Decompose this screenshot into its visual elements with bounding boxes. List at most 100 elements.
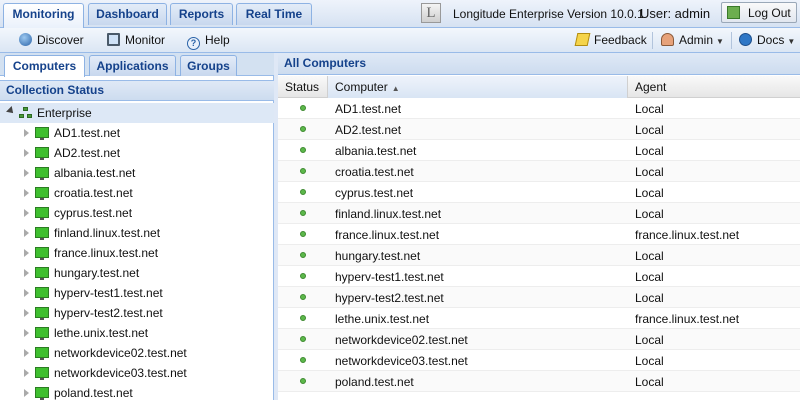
table-row[interactable]: networkdevice03.test.net Local — [278, 350, 800, 371]
cell-agent: Local — [635, 333, 664, 347]
feedback-button[interactable]: Feedback — [574, 33, 647, 47]
tree-node-computer[interactable]: cyprus.test.net — [0, 203, 274, 223]
computer-icon — [35, 127, 49, 140]
expand-triangle-icon[interactable] — [24, 289, 29, 297]
docs-menu[interactable]: Docs ▼ — [739, 33, 795, 47]
tree-node-computer[interactable]: albania.test.net — [0, 163, 274, 183]
table-row[interactable]: finland.linux.test.net Local — [278, 203, 800, 224]
expand-triangle-icon[interactable] — [24, 389, 29, 397]
tree-node-computer[interactable]: AD1.test.net — [0, 123, 274, 143]
tree-node-computer[interactable]: hyperv-test1.test.net — [0, 283, 274, 303]
tree-root-enterprise[interactable]: Enterprise — [0, 103, 274, 123]
tree-node-computer[interactable]: croatia.test.net — [0, 183, 274, 203]
table-row[interactable]: networkdevice02.test.net Local — [278, 329, 800, 350]
tab-reports[interactable]: Reports — [170, 3, 233, 25]
longitude-logo: L — [421, 3, 441, 23]
tab-real-time[interactable]: Real Time — [236, 3, 312, 25]
expand-triangle-icon[interactable] — [24, 149, 29, 157]
status-ok-icon — [300, 210, 306, 216]
table-row[interactable]: hyperv-test2.test.net Local — [278, 287, 800, 308]
expand-triangle-icon[interactable] — [24, 329, 29, 337]
admin-icon — [661, 33, 674, 46]
cell-agent: Local — [635, 102, 664, 116]
column-header-status[interactable]: Status — [278, 76, 328, 98]
expand-triangle-icon[interactable] — [24, 369, 29, 377]
admin-menu[interactable]: Admin ▼ — [661, 33, 724, 47]
cell-computer: hyperv-test2.test.net — [335, 291, 444, 305]
cell-computer: poland.test.net — [335, 375, 414, 389]
cell-computer: croatia.test.net — [335, 165, 414, 179]
cell-agent: Local — [635, 144, 664, 158]
cell-agent: Local — [635, 207, 664, 221]
cell-computer: networkdevice02.test.net — [335, 333, 468, 347]
table-row[interactable]: AD2.test.net Local — [278, 119, 800, 140]
expanded-triangle-icon[interactable] — [6, 106, 16, 116]
expand-triangle-icon[interactable] — [24, 309, 29, 317]
expand-triangle-icon[interactable] — [24, 349, 29, 357]
table-row[interactable]: cyprus.test.net Local — [278, 182, 800, 203]
tree-node-computer[interactable]: hyperv-test2.test.net — [0, 303, 274, 323]
tree-node-label: AD2.test.net — [54, 146, 121, 160]
column-header-agent[interactable]: Agent — [628, 76, 800, 98]
status-ok-icon — [300, 357, 306, 363]
help-label: Help — [205, 33, 230, 47]
tab-computers[interactable]: Computers — [4, 55, 85, 77]
tree-node-computer[interactable]: lethe.unix.test.net — [0, 323, 274, 343]
tree-node-label: networkdevice03.test.net — [54, 366, 187, 380]
logout-icon — [727, 6, 740, 19]
tree-node-label: hungary.test.net — [54, 266, 140, 280]
table-row[interactable]: croatia.test.net Local — [278, 161, 800, 182]
cell-agent: Local — [635, 165, 664, 179]
computer-icon — [35, 247, 49, 260]
tree-node-computer[interactable]: hungary.test.net — [0, 263, 274, 283]
toolbar-divider — [731, 32, 732, 49]
table-row[interactable]: france.linux.test.net france.linux.test.n… — [278, 224, 800, 245]
admin-label: Admin — [679, 33, 714, 47]
table-row[interactable]: hungary.test.net Local — [278, 245, 800, 266]
tab-applications[interactable]: Applications — [89, 55, 176, 76]
status-ok-icon — [300, 315, 306, 321]
status-ok-icon — [300, 231, 306, 237]
monitor-button[interactable]: Monitor — [107, 33, 165, 47]
tab-groups[interactable]: Groups — [180, 55, 237, 76]
tab-dashboard[interactable]: Dashboard — [88, 3, 167, 25]
expand-triangle-icon[interactable] — [24, 129, 29, 137]
logout-button[interactable]: Log Out — [721, 2, 797, 23]
expand-triangle-icon[interactable] — [24, 189, 29, 197]
cell-computer: networkdevice03.test.net — [335, 354, 468, 368]
cell-computer: lethe.unix.test.net — [335, 312, 430, 326]
collection-status-title: Collection Status — [0, 80, 274, 101]
table-row[interactable]: poland.test.net Local — [278, 371, 800, 392]
tree-node-label: cyprus.test.net — [54, 206, 133, 220]
table-row[interactable]: lethe.unix.test.net france.linux.test.net — [278, 308, 800, 329]
expand-triangle-icon[interactable] — [24, 209, 29, 217]
discover-button[interactable]: Discover — [19, 33, 84, 47]
grid-header: Status Computer ▲ Agent — [278, 76, 800, 98]
cell-computer: AD2.test.net — [335, 123, 402, 137]
column-header-computer[interactable]: Computer ▲ — [328, 76, 628, 98]
status-ok-icon — [300, 126, 306, 132]
help-button[interactable]: ? Help — [187, 33, 230, 50]
expand-triangle-icon[interactable] — [24, 269, 29, 277]
tree-node-computer[interactable]: france.linux.test.net — [0, 243, 274, 263]
tree-node-computer[interactable]: AD2.test.net — [0, 143, 274, 163]
tree-root-label: Enterprise — [37, 106, 92, 120]
status-ok-icon — [300, 252, 306, 258]
tab-monitoring[interactable]: Monitoring — [3, 3, 84, 28]
computer-icon — [35, 307, 49, 320]
table-row[interactable]: albania.test.net Local — [278, 140, 800, 161]
expand-triangle-icon[interactable] — [24, 169, 29, 177]
tree-node-label: AD1.test.net — [54, 126, 121, 140]
expand-triangle-icon[interactable] — [24, 229, 29, 237]
tree-node-computer[interactable]: networkdevice03.test.net — [0, 363, 274, 383]
computer-icon — [35, 347, 49, 360]
tree-node-computer[interactable]: networkdevice02.test.net — [0, 343, 274, 363]
table-row[interactable]: hyperv-test1.test.net Local — [278, 266, 800, 287]
expand-triangle-icon[interactable] — [24, 249, 29, 257]
cell-computer: AD1.test.net — [335, 102, 402, 116]
tree-node-computer[interactable]: poland.test.net — [0, 383, 274, 400]
table-row[interactable]: AD1.test.net Local — [278, 98, 800, 119]
tree-node-label: croatia.test.net — [54, 186, 133, 200]
tree-node-label: hyperv-test1.test.net — [54, 286, 163, 300]
tree-node-computer[interactable]: finland.linux.test.net — [0, 223, 274, 243]
